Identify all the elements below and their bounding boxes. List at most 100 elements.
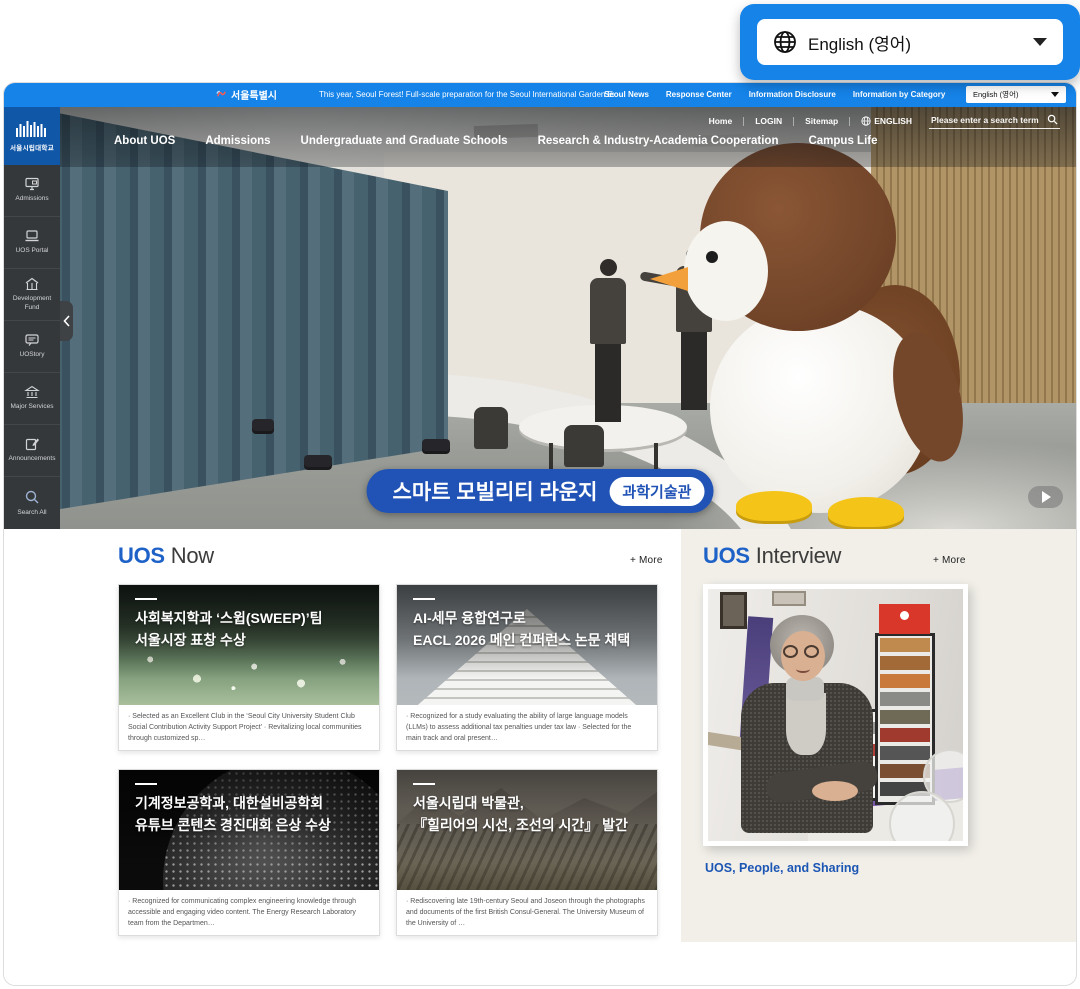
language-selector[interactable]: English (영어) [757, 19, 1063, 65]
site-frame: 서울특별시 This year, Seoul Forest! Full-scal… [3, 82, 1077, 986]
sidebar-item-major-services[interactable]: Major Services [4, 373, 60, 425]
nav-undergraduate-graduate[interactable]: Undergraduate and Graduate Schools [301, 135, 508, 147]
page: 서울특별시 This year, Seoul Forest! Full-scal… [0, 0, 1080, 989]
nav-campus-life[interactable]: Campus Life [808, 135, 877, 147]
news-card[interactable]: 사회복지학과 ‘스윕(SWEEP)’팀 서울시장 표창 수상 · Selecte… [118, 584, 380, 751]
site-header: Home LOGIN Sitemap ENGLISH About UOS Adm… [4, 107, 1076, 167]
news-card-summary: · Selected as an Excellent Club in the ‘… [119, 705, 379, 752]
topbar-link-information-disclosure[interactable]: Information Disclosure [749, 90, 836, 99]
title-line: 사회복지학과 ‘스윕(SWEEP)’팀 [135, 607, 371, 629]
mascot-beak [650, 267, 688, 291]
monitor-icon [24, 177, 40, 191]
mascot-bird [644, 135, 1074, 529]
sidebar-item-label: UOStory [20, 351, 45, 359]
blog-icon [24, 333, 40, 347]
sidebar-item-uostory[interactable]: UOStory [4, 321, 60, 373]
university-logo[interactable]: 서울시립대학교 [4, 107, 60, 165]
topbar-link-information-by-category[interactable]: Information by Category [853, 90, 945, 99]
robot-car [422, 439, 450, 451]
language-selector-callout: English (영어) [740, 4, 1080, 80]
heading-accent: UOS [703, 543, 750, 568]
person-silhouette [590, 259, 626, 422]
hero-caption-pill[interactable]: 스마트 모빌리티 라운지 과학기술관 [367, 469, 714, 513]
news-card[interactable]: 기계정보공학과, 대한설비공학회 유튜브 콘텐츠 경진대회 은상 수상 · Re… [118, 769, 380, 936]
robot-car [304, 455, 332, 467]
utility-login[interactable]: LOGIN [755, 116, 782, 126]
seoul-city-logo[interactable]: 서울특별시 [216, 87, 277, 102]
header-search[interactable] [929, 113, 1060, 129]
slideshow-play-button[interactable] [1028, 486, 1063, 508]
title-line: 서울시립대 박물관, [413, 792, 649, 814]
utility-english[interactable]: ENGLISH [861, 116, 912, 126]
topbar-links: Seoul News Response Center Information D… [604, 90, 945, 99]
heading-accent: UOS [118, 543, 165, 568]
uos-now-more-button[interactable]: + More [630, 555, 663, 566]
hero-banner[interactable]: 스마트 모빌리티 라운지 과학기술관 [4, 107, 1076, 529]
title-dash [413, 783, 435, 785]
nav-admissions[interactable]: Admissions [205, 135, 270, 147]
seoul-topbar: 서울특별시 This year, Seoul Forest! Full-scal… [4, 83, 1076, 107]
sidebar-item-search-all[interactable]: Search All [4, 477, 60, 529]
sidebar-item-label: UOS Portal [16, 247, 49, 255]
news-card[interactable]: AI-세무 융합연구로 EACL 2026 메인 컨퍼런스 논문 채택 · Re… [396, 584, 658, 751]
professor-hands [812, 781, 858, 801]
news-card-summary: · Rediscovering late 19th-century Seoul … [397, 890, 657, 937]
utility-home[interactable]: Home [709, 116, 733, 126]
nav-about-uos[interactable]: About UOS [114, 135, 175, 147]
title-line: 기계정보공학과, 대한설비공학회 [135, 792, 371, 814]
person-body [590, 278, 626, 344]
sidebar-item-announcements[interactable]: Announcements [4, 425, 60, 477]
topbar-language-value: English (영어) [973, 89, 1018, 100]
news-card-image: 사회복지학과 ‘스윕(SWEEP)’팀 서울시장 표창 수상 [119, 585, 379, 705]
search-icon [1047, 114, 1058, 125]
title-line: 『힐리어의 시선, 조선의 시간』 발간 [413, 814, 649, 836]
topbar-language-select[interactable]: English (영어) [966, 86, 1066, 103]
uos-interview-section: UOSInterview + More [681, 529, 1077, 942]
utility-sitemap[interactable]: Sitemap [805, 116, 838, 126]
heading-rest: Now [171, 543, 214, 568]
uos-now-section: UOSNow + More 사회복지학과 ‘스윕(SWEEP)’팀 서울시장 표… [4, 529, 681, 986]
news-card[interactable]: 서울시립대 박물관, 『힐리어의 시선, 조선의 시간』 발간 · Redisc… [396, 769, 658, 936]
news-card-title: 서울시립대 박물관, 『힐리어의 시선, 조선의 시간』 발간 [413, 792, 649, 837]
bank-icon [24, 385, 40, 399]
divider [849, 117, 850, 126]
pavilion-icon [24, 277, 40, 291]
sidebar-item-label: Development Fund [7, 295, 57, 312]
sidebar-item-admissions[interactable]: Admissions [4, 165, 60, 217]
utility-bar: Home LOGIN Sitemap ENGLISH [709, 113, 1060, 129]
wall-frame [772, 591, 806, 606]
quick-menu-sidebar: Admissions UOS Portal Development Fund U… [4, 165, 60, 529]
main-nav: About UOS Admissions Undergraduate and G… [114, 135, 878, 147]
announcement-text: This year, Seoul Forest! Full-scale prep… [319, 90, 614, 99]
interview-photo-card[interactable] [703, 584, 968, 846]
person-legs [595, 344, 621, 422]
hero-chair [564, 425, 604, 467]
hero-chair [474, 407, 508, 449]
sidebar-item-development-fund[interactable]: Development Fund [4, 269, 60, 321]
news-card-image: 기계정보공학과, 대한설비공학회 유튜브 콘텐츠 경진대회 은상 수상 [119, 770, 379, 890]
search-input[interactable] [931, 115, 1041, 125]
sidebar-item-label: Major Services [11, 403, 54, 411]
nav-research-cooperation[interactable]: Research & Industry-Academia Cooperation [538, 135, 779, 147]
caret-down-icon [1033, 38, 1047, 46]
topbar-link-seoul-news[interactable]: Seoul News [604, 90, 649, 99]
hero-caption-badge: 과학기술관 [609, 477, 704, 506]
title-line: EACL 2026 메인 컨퍼런스 논문 채택 [413, 629, 649, 651]
title-line: 유튜브 콘텐츠 경진대회 은상 수상 [135, 814, 371, 836]
topbar-link-response-center[interactable]: Response Center [666, 90, 732, 99]
sidebar-item-label: Admissions [15, 195, 48, 203]
sidebar-collapse-handle[interactable] [60, 301, 73, 341]
wall-portrait [720, 592, 747, 629]
title-dash [413, 598, 435, 600]
globe-icon [861, 116, 871, 126]
news-card-image: AI-세무 융합연구로 EACL 2026 메인 컨퍼런스 논문 채택 [397, 585, 657, 705]
sidebar-item-uos-portal[interactable]: UOS Portal [4, 217, 60, 269]
news-card-title: 기계정보공학과, 대한설비공학회 유튜브 콘텐츠 경진대회 은상 수상 [135, 792, 371, 837]
laptop-icon [24, 229, 40, 243]
interview-caption[interactable]: UOS, People, and Sharing [705, 861, 859, 875]
uos-emblem-icon [15, 120, 49, 138]
uos-interview-more-button[interactable]: + More [933, 555, 966, 566]
title-dash [135, 783, 157, 785]
title-dash [135, 598, 157, 600]
announcement-ticker[interactable]: This year, Seoul Forest! Full-scale prep… [314, 90, 614, 99]
